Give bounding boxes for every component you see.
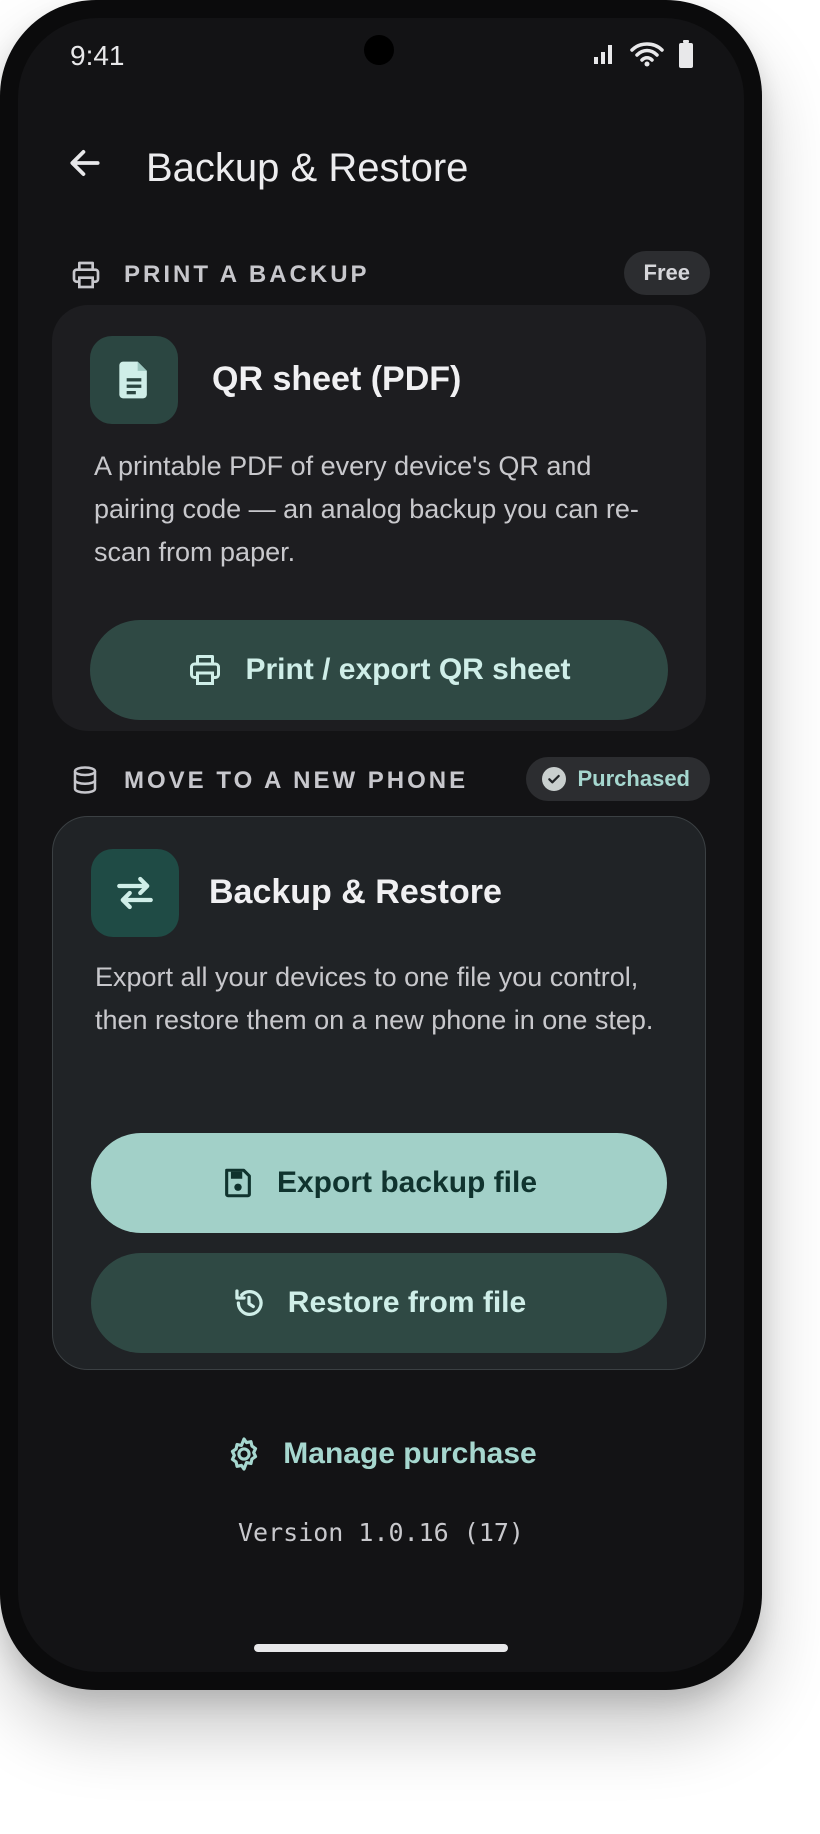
swap-arrows-icon — [117, 876, 153, 910]
move-section-heading: MOVE TO A NEW PHONE — [124, 767, 469, 794]
export-backup-button[interactable]: Export backup file — [91, 1133, 667, 1233]
back-button[interactable] — [56, 134, 114, 192]
app-bar: Backup & Restore — [18, 128, 744, 208]
save-icon — [225, 1168, 251, 1198]
backup-card-description: Export all your devices to one file you … — [95, 962, 654, 1035]
backup-card-title: Backup & Restore — [209, 873, 502, 911]
restore-from-file-button[interactable]: Restore from file — [91, 1253, 667, 1353]
signal-icon — [594, 45, 612, 64]
printer-icon — [72, 261, 100, 289]
check-circle-icon — [541, 767, 566, 791]
print-section-header: PRINT A BACKUP Free — [70, 251, 710, 297]
qr-card-description: A printable PDF of every device's QR and… — [94, 451, 639, 567]
qr-sheet-card: QR sheet (PDF) A printable PDF of every … — [52, 305, 706, 731]
battery-icon — [679, 40, 693, 68]
status-icons — [592, 40, 694, 68]
home-indicator[interactable] — [254, 1644, 508, 1652]
wifi-icon — [630, 42, 664, 67]
print-section-heading: PRINT A BACKUP — [124, 261, 370, 288]
purchased-badge-label: Purchased — [577, 766, 691, 791]
phone-frame: 9:41 Backup & Restore PRINT A BACKUP Fre… — [0, 0, 762, 1690]
manage-purchase-label: Manage purchase — [283, 1437, 537, 1470]
export-backup-label: Export backup file — [276, 1166, 538, 1199]
manage-purchase-button[interactable]: Manage purchase — [18, 1424, 744, 1484]
screen: 9:41 Backup & Restore PRINT A BACKUP Fre… — [18, 18, 744, 1672]
purchased-badge: Purchased — [525, 757, 710, 801]
database-icon — [73, 766, 97, 794]
backup-restore-card: Backup & Restore Export all your devices… — [52, 816, 706, 1370]
document-icon — [119, 361, 147, 399]
restore-icon — [235, 1289, 263, 1316]
qr-card-title: QR sheet (PDF) — [212, 360, 462, 398]
gear-icon — [231, 1437, 258, 1471]
free-badge: Free — [623, 251, 710, 295]
print-qr-sheet-label: Print / export QR sheet — [245, 653, 571, 686]
restore-from-file-label: Restore from file — [287, 1286, 527, 1319]
document-tile — [90, 336, 178, 424]
move-section-header: MOVE TO A NEW PHONE Purchased — [70, 757, 710, 803]
camera-cutout — [364, 35, 394, 65]
print-qr-sheet-button[interactable]: Print / export QR sheet — [90, 620, 668, 720]
status-bar: 9:41 — [18, 18, 744, 88]
version-text: Version 1.0.16 (17) — [238, 1518, 524, 1547]
page-title: Backup & Restore — [146, 146, 469, 190]
printer-icon — [190, 655, 221, 685]
swap-tile — [91, 849, 179, 937]
status-time: 9:41 — [70, 40, 125, 71]
arrow-back-icon — [70, 150, 100, 176]
